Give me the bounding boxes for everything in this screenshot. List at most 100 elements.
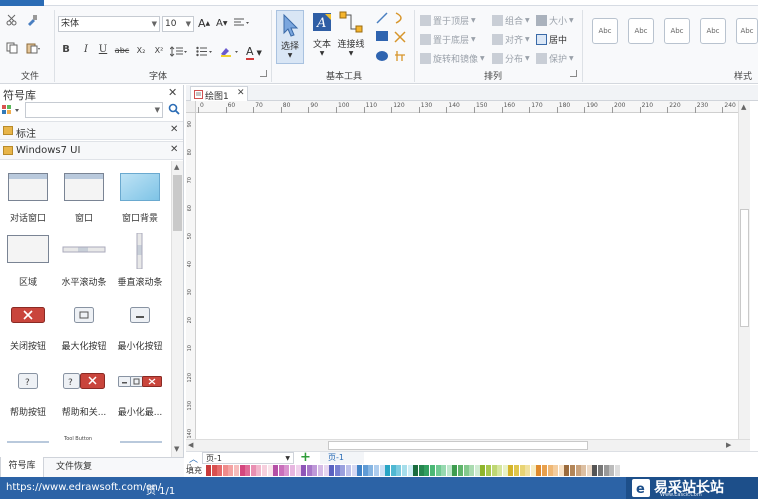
color-swatch[interactable]	[514, 465, 519, 476]
paste-icon[interactable]	[26, 42, 40, 54]
line-tool-icon[interactable]	[376, 12, 388, 24]
center-button[interactable]: 居中	[536, 33, 567, 46]
shape-horizontal-scrollbar[interactable]: 水平滚动条	[56, 233, 112, 293]
canvas-hscroll-thumb[interactable]	[328, 441, 588, 450]
shape-dialog-window[interactable]: 对话窗口	[0, 169, 56, 229]
group-button[interactable]: 组合 ▼	[492, 14, 530, 27]
color-swatch[interactable]	[362, 465, 368, 476]
color-swatch[interactable]	[502, 465, 508, 476]
color-swatch[interactable]	[486, 465, 491, 476]
style-sample-1[interactable]: Abc	[592, 18, 618, 44]
library-picker-icon[interactable]	[2, 104, 22, 119]
shrink-font-button[interactable]: A ▼	[216, 18, 227, 29]
library-search-input[interactable]: ▼	[25, 102, 163, 118]
select-tool-button[interactable]: 选择 ▼	[276, 10, 304, 64]
color-swatch[interactable]	[245, 465, 251, 476]
scroll-up-arrow-icon[interactable]: ▲	[741, 103, 746, 111]
rectangle-tool-icon[interactable]	[376, 31, 388, 41]
grow-font-button[interactable]: A ▲	[198, 17, 210, 30]
color-swatch[interactable]	[609, 465, 615, 476]
color-swatch[interactable]	[586, 465, 592, 476]
color-swatch[interactable]	[491, 465, 497, 476]
style-sample-2[interactable]: Abc	[628, 18, 654, 44]
color-swatch[interactable]	[441, 465, 447, 476]
shape-help-button[interactable]: ? 帮助按钮	[0, 365, 56, 425]
shape-window[interactable]: 窗口	[56, 169, 112, 229]
canvas-vscroll-thumb[interactable]	[740, 209, 749, 327]
color-swatch[interactable]	[329, 465, 335, 476]
tab-symbol-library[interactable]: 符号库	[0, 457, 44, 477]
ellipse-tool-icon[interactable]	[376, 50, 388, 62]
color-swatch[interactable]	[250, 465, 256, 476]
scroll-up-arrow-icon[interactable]: ▲	[174, 163, 179, 171]
color-swatch[interactable]	[228, 465, 234, 476]
color-swatch[interactable]	[570, 465, 575, 476]
drawing-canvas[interactable]	[196, 113, 738, 439]
color-swatch[interactable]	[592, 465, 598, 476]
close-icon[interactable]: ✕	[168, 86, 177, 99]
send-to-back-button[interactable]: 置于底层 ▼	[420, 33, 476, 46]
connector-tool-button[interactable]: 连接线 ▼	[336, 11, 366, 57]
color-swatch[interactable]	[424, 465, 430, 476]
underline-button[interactable]: U	[97, 44, 109, 55]
shape-partial-tool-button[interactable]: Tool Button	[64, 436, 92, 442]
color-swatch[interactable]	[306, 465, 312, 476]
style-sample-4[interactable]: Abc	[700, 18, 726, 44]
cut-icon[interactable]	[6, 14, 18, 26]
size-button[interactable]: 大小 ▼	[536, 14, 574, 27]
color-swatch[interactable]	[290, 465, 295, 476]
color-swatch[interactable]	[575, 465, 581, 476]
color-swatch[interactable]	[390, 465, 396, 476]
color-swatch[interactable]	[418, 465, 424, 476]
color-swatch[interactable]	[452, 465, 458, 476]
library-scrollbar[interactable]: ▲ ▼	[171, 161, 183, 457]
tab-file-recovery[interactable]: 文件恢复	[50, 458, 98, 477]
color-swatch[interactable]	[614, 465, 620, 476]
shape-maximize-button[interactable]: 最大化按钮	[56, 299, 112, 359]
shape-help-and-close[interactable]: ? 帮助和关...	[56, 365, 112, 425]
color-swatch[interactable]	[407, 465, 413, 476]
color-swatch[interactable]	[222, 465, 228, 476]
close-icon[interactable]: ✕	[237, 88, 245, 98]
color-swatch[interactable]	[536, 465, 542, 476]
color-swatch[interactable]	[480, 465, 486, 476]
color-swatch[interactable]	[547, 465, 553, 476]
line-spacing-button[interactable]	[170, 46, 188, 57]
color-swatch[interactable]	[463, 465, 469, 476]
font-color-button[interactable]: A ▼	[246, 45, 262, 60]
text-tool-button[interactable]: A 文本 ▼	[308, 11, 336, 57]
scroll-left-arrow-icon[interactable]: ◀	[188, 441, 193, 449]
shape-partial-1[interactable]	[7, 441, 49, 449]
color-swatch[interactable]	[284, 465, 290, 476]
color-swatch[interactable]	[458, 465, 463, 476]
library-header-callouts[interactable]: 标注 ✕	[0, 121, 183, 140]
color-swatch[interactable]	[334, 465, 340, 476]
shape-partial-3[interactable]	[120, 441, 162, 449]
color-swatch[interactable]	[211, 465, 217, 476]
superscript-button[interactable]: X²	[152, 46, 166, 55]
color-swatch[interactable]	[581, 465, 587, 476]
edit-points-tool-icon[interactable]	[394, 50, 406, 62]
color-swatch[interactable]	[598, 465, 603, 476]
color-swatch[interactable]	[430, 465, 435, 476]
style-sample-5[interactable]: Abc	[736, 18, 758, 44]
arrange-dialog-launcher-icon[interactable]	[570, 70, 577, 77]
arc-tool-icon[interactable]	[394, 12, 406, 24]
library-scroll-thumb[interactable]	[173, 175, 182, 231]
scroll-down-arrow-icon[interactable]: ▼	[174, 445, 179, 453]
color-swatch[interactable]	[301, 465, 307, 476]
font-dialog-launcher-icon[interactable]	[260, 70, 267, 77]
color-swatch[interactable]	[553, 465, 559, 476]
color-swatch[interactable]	[346, 465, 351, 476]
distribute-button[interactable]: 分布 ▼	[492, 52, 530, 65]
library-header-windows7-ui[interactable]: Windows7 UI ✕	[0, 141, 183, 160]
shape-window-background[interactable]: 窗口背景	[112, 169, 168, 229]
text-align-button[interactable]	[234, 18, 250, 28]
color-swatch[interactable]	[278, 465, 284, 476]
color-swatch[interactable]	[413, 465, 419, 476]
color-swatch[interactable]	[206, 465, 211, 476]
color-swatch[interactable]	[446, 465, 452, 476]
color-swatch[interactable]	[497, 465, 503, 476]
color-swatch[interactable]	[402, 465, 407, 476]
canvas-vertical-scrollbar[interactable]: ▲	[738, 101, 750, 439]
